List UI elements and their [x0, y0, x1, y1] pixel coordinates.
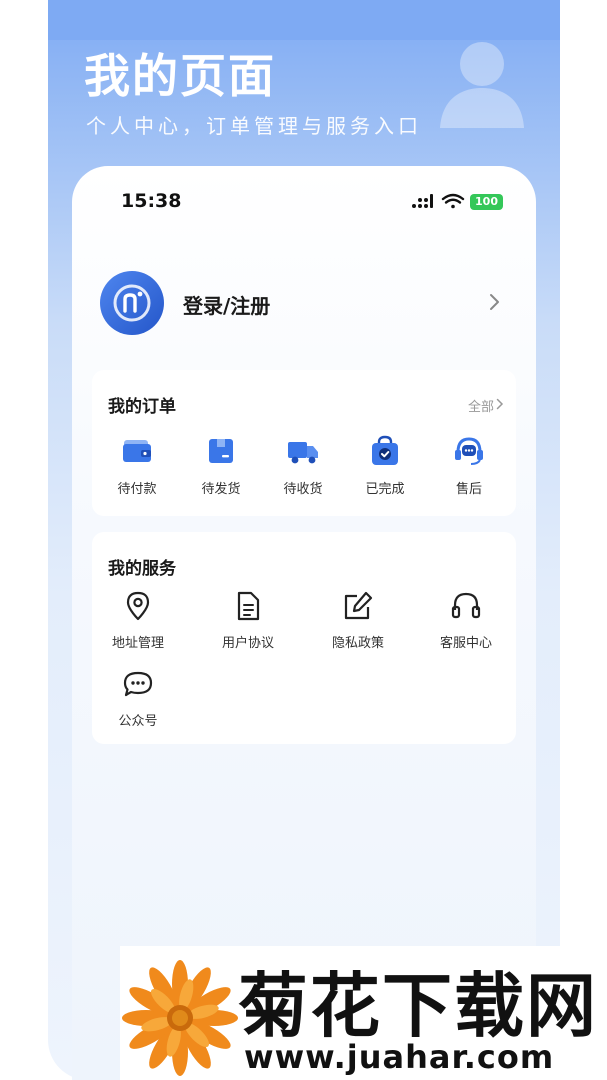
service-user-agreement[interactable]: 用户协议 — [208, 590, 288, 654]
service-label: 公众号 — [118, 714, 158, 729]
avatar[interactable] — [100, 271, 164, 335]
order-label: 待收货 — [283, 482, 323, 497]
login-register-link[interactable]: 登录/注册 — [183, 290, 270, 319]
person-silhouette-icon — [440, 42, 524, 128]
edit-icon — [344, 591, 373, 620]
status-time: 15:38 — [121, 190, 182, 212]
headset-chat-icon — [455, 437, 483, 465]
wallet-icon — [123, 440, 151, 462]
services-title: 我的服务 — [108, 559, 176, 579]
order-completed[interactable]: 已完成 — [350, 434, 420, 500]
order-to-receive[interactable]: 待收货 — [268, 434, 338, 500]
flower-logo-icon — [122, 960, 238, 1076]
location-pin-icon — [126, 591, 150, 621]
order-label: 待付款 — [117, 482, 157, 497]
service-privacy-policy[interactable]: 隐私政策 — [318, 590, 398, 654]
page-subtitle: 个人中心，订单管理与服务入口 — [86, 114, 422, 138]
chat-bubbles-icon — [123, 671, 153, 697]
services-card: 我的服务 地址管理 用户协议 隐私政策 客服中心 公众号 — [92, 532, 516, 744]
package-icon — [209, 439, 233, 463]
orders-view-all-link[interactable]: 全部 — [468, 396, 494, 415]
watermark-url: www.juahar.com — [244, 1038, 555, 1076]
service-official-account[interactable]: 公众号 — [98, 668, 178, 732]
service-label: 客服中心 — [439, 636, 492, 651]
battery-indicator: 100 — [470, 194, 503, 210]
orders-card: 我的订单 全部 待付款 待发货 待收货 已完成 售后 — [92, 370, 516, 516]
service-customer-center[interactable]: 客服中心 — [426, 590, 506, 654]
order-pending-payment[interactable]: 待付款 — [102, 434, 172, 500]
chevron-right-icon[interactable] — [488, 292, 502, 312]
signal-icon — [412, 194, 433, 208]
watermark-title: 菊花下载网 — [238, 965, 598, 1047]
bag-check-icon — [372, 435, 398, 465]
service-label: 地址管理 — [111, 636, 164, 651]
order-label: 待发货 — [201, 482, 241, 497]
chevron-right-icon[interactable] — [496, 398, 504, 410]
headphones-icon — [451, 592, 481, 619]
watermark-banner: 菊花下载网 www.juahar.com — [120, 946, 607, 1080]
order-to-ship[interactable]: 待发货 — [186, 434, 256, 500]
page-title: 我的页面 — [84, 49, 276, 103]
order-label: 已完成 — [365, 482, 405, 497]
order-label: 售后 — [455, 482, 482, 497]
document-icon — [237, 591, 260, 621]
service-label: 用户协议 — [221, 636, 274, 651]
app-logo-icon — [113, 284, 151, 322]
service-address[interactable]: 地址管理 — [98, 590, 178, 654]
service-label: 隐私政策 — [331, 636, 384, 651]
order-after-sales[interactable]: 售后 — [434, 434, 504, 500]
wifi-icon — [441, 193, 465, 209]
truck-icon — [288, 442, 318, 464]
orders-title: 我的订单 — [108, 397, 176, 417]
